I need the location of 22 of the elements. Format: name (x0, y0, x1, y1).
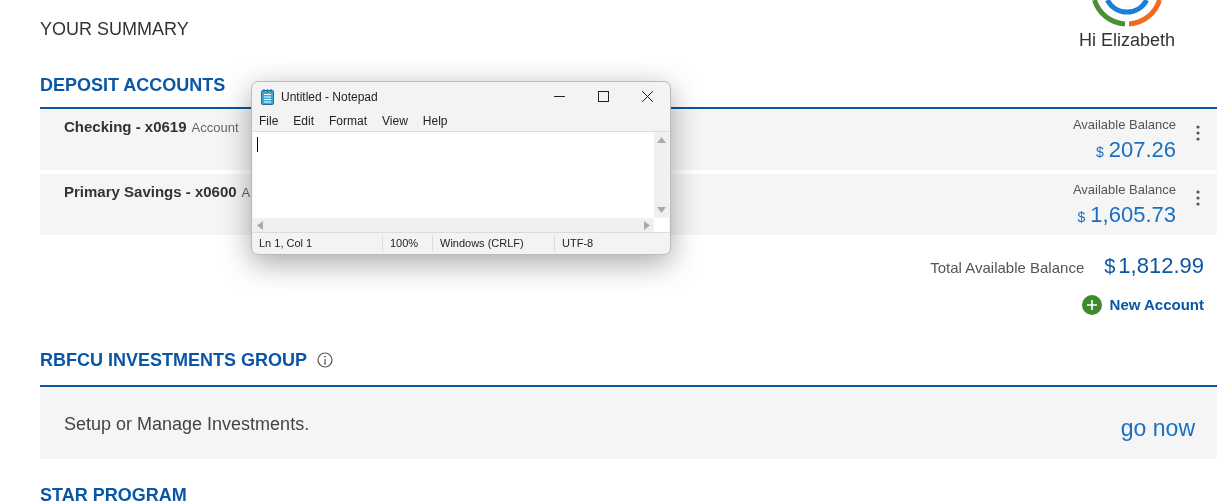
status-field: Windows (CRLF) (432, 235, 554, 252)
section-title: RBFCU INVESTMENTS GROUP (40, 348, 307, 372)
greeting: Hi Elizabeth (1078, 29, 1175, 52)
balance-label: Available Balance (1072, 181, 1176, 199)
account-descriptor: Account (191, 119, 239, 137)
investments-text: Setup or Manage Investments. (64, 412, 310, 436)
account-descriptor: A (241, 184, 251, 202)
total-label: Total Available Balance (930, 258, 1085, 278)
currency-symbol: $ (1104, 254, 1116, 279)
page-title: YOUR SUMMARY (40, 18, 189, 41)
section-title: STAR PROGRAM (40, 484, 188, 504)
currency-symbol: $ (1077, 207, 1086, 227)
total-amount: 1,812.99 (1118, 252, 1204, 280)
status-field: Ln 1, Col 1 (252, 235, 382, 252)
balance-amount: 207.26 (1108, 135, 1176, 164)
section-title: DEPOSIT ACCOUNTS (40, 74, 226, 97)
status-field: 100% (382, 235, 432, 252)
status-field: UTF-8 (554, 235, 670, 252)
balance-label: Available Balance (1072, 116, 1176, 134)
window-title: Untitled - Notepad (281, 88, 379, 106)
currency-symbol: $ (1095, 142, 1104, 162)
balance-amount: 1,605.73 (1090, 200, 1176, 229)
